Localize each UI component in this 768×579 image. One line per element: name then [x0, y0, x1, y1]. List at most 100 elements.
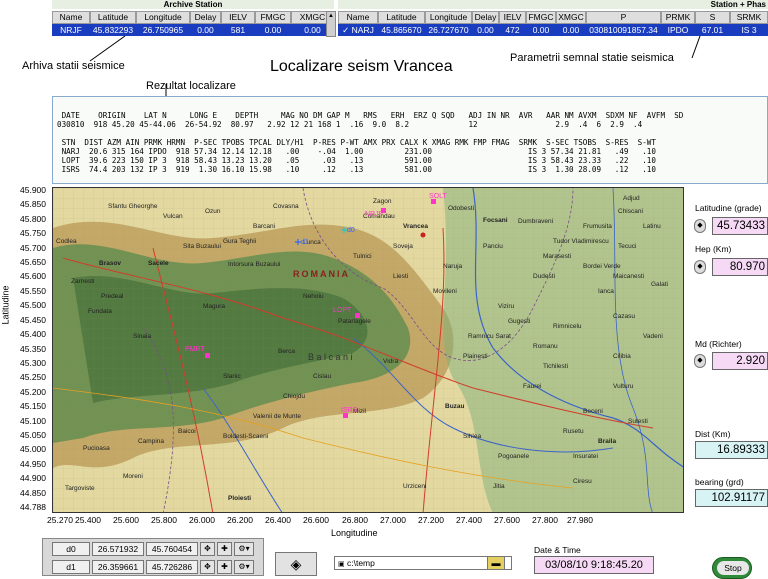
archive-cell: NRJF — [60, 25, 82, 35]
archive-scrollbar[interactable]: ▲ — [326, 11, 336, 37]
archive-col-name[interactable]: Name — [52, 11, 90, 24]
city-label: Sfantu Gheorghe — [108, 203, 158, 210]
phase-col-name[interactable]: Name — [338, 11, 378, 24]
map-grid — [53, 188, 683, 512]
phase-col-p[interactable]: P — [586, 11, 661, 24]
phase-cell: 472 — [505, 25, 520, 35]
city-label: Vidra — [383, 358, 398, 365]
phase-title: Station + Phas — [710, 0, 766, 9]
city-label: Berca — [278, 348, 295, 355]
phase-col-delay[interactable]: Delay — [472, 11, 499, 24]
archive-col-lon[interactable]: Longitude — [136, 11, 190, 24]
x-tick-label: 25.400 — [75, 515, 101, 525]
city-label: Magura — [203, 303, 225, 310]
lat-spinner[interactable]: ◆ — [694, 219, 706, 233]
y-tick-label: 44.950 — [20, 458, 46, 469]
city-label: Jitia — [493, 483, 505, 490]
cursor-style-dropdown-icon[interactable]: ⚙▾ — [234, 560, 254, 574]
move-cursor-icon[interactable]: ✥ — [200, 560, 215, 574]
map-canvas[interactable]: ROMANIA B a l c a n i Brasov Sacele Brai… — [53, 188, 684, 513]
city-label: Slanic — [223, 373, 241, 380]
x-axis-label: Longitudine — [331, 528, 378, 538]
archive-cell: 0.00 — [264, 25, 282, 35]
y-tick-label: 45.050 — [20, 429, 46, 440]
archive-station-titlebar: Archive Station — [52, 0, 334, 9]
city-label: Campina — [138, 438, 164, 445]
city-label: Boldesti-Scaeni — [223, 433, 268, 440]
y-tick-label: 45.300 — [20, 357, 46, 368]
city-label: Rusetu — [563, 428, 584, 435]
cursor-style-dropdown-icon[interactable]: ⚙▾ — [234, 542, 254, 556]
phase-col-lat[interactable]: Latitude — [378, 11, 425, 24]
result-line: ISRS 74.4 203 132 IP 3 919 1.30 16.10 15… — [57, 165, 656, 174]
city-label: Sinaia — [133, 333, 151, 340]
scroll-up-icon[interactable]: ▲ — [327, 12, 335, 20]
lat-value[interactable]: 45.73433 — [712, 217, 768, 235]
y-axis-label: Latitudine — [0, 285, 11, 325]
station-label: PMRT — [185, 346, 205, 353]
y-tick-label: 45.400 — [20, 329, 46, 340]
phase-col-xmgc[interactable]: XMGC — [556, 11, 586, 24]
md-value[interactable]: 2.920 — [712, 352, 768, 370]
x-tick-label: 26.400 — [265, 515, 291, 525]
archive-col-ielv[interactable]: IELV — [221, 11, 255, 24]
path-field[interactable]: ▣ c:\temp — [334, 556, 512, 570]
phase-col-srmk[interactable]: SRMK — [730, 11, 768, 24]
phase-col-ielv[interactable]: IELV — [499, 11, 526, 24]
archive-row-selected[interactable]: NRJF 45.832293 26.750965 0.00 581 0.00 0… — [52, 24, 334, 36]
result-text: DATE ORIGIN LAT N LONG E DEPTH MAG NO DM… — [53, 97, 767, 174]
city-label: Codlea — [56, 238, 77, 245]
phase-col-lon[interactable]: Longitude — [425, 11, 472, 24]
city-label: Baicoi — [178, 428, 196, 435]
hep-spinner[interactable]: ◆ — [694, 260, 706, 274]
y-tick-label: 45.350 — [20, 343, 46, 354]
city-label: Faurei — [523, 383, 541, 390]
phase-col-s[interactable]: S — [695, 11, 730, 24]
path-icon: ▣ — [338, 561, 345, 568]
city-label: Panciu — [483, 243, 503, 250]
phase-cell: 45.865670 — [381, 25, 422, 35]
city-label: Tulnici — [353, 253, 372, 260]
city-label: Ramnicu Sarat — [468, 333, 511, 340]
city-label: Sutesti — [628, 418, 648, 425]
x-tick-label: 27.980 — [567, 515, 593, 525]
phase-cell-name: ✓ NARJ — [342, 25, 374, 35]
crosshair-icon[interactable]: ✚ — [217, 542, 232, 556]
y-tick-label: 44.900 — [20, 473, 46, 484]
station-label: LOPT — [333, 307, 352, 314]
cursor-label: d0 — [347, 227, 355, 234]
hep-value[interactable]: 80.970 — [712, 258, 768, 276]
archive-col-fmgc[interactable]: FMGC — [255, 11, 291, 24]
phase-col-fmgc[interactable]: FMGC — [526, 11, 556, 24]
y-tick-label: 45.200 — [20, 386, 46, 397]
city-label: Romanu — [533, 343, 558, 350]
browse-folder-icon[interactable]: ▬ — [487, 556, 505, 570]
phase-col-prmk[interactable]: PRMK — [661, 11, 695, 24]
bearing-value: 102.91177 — [695, 489, 768, 507]
phase-row-selected[interactable]: ✓ NARJ 45.865670 26.727670 0.00 472 0.00… — [338, 24, 768, 36]
map-plot[interactable]: ROMANIA B a l c a n i Brasov Sacele Brai… — [52, 187, 684, 513]
cursor-name: d1 — [52, 560, 90, 574]
city-label: Pucioasa — [83, 445, 110, 452]
crosshair-icon[interactable]: ✚ — [217, 560, 232, 574]
y-tick-label: 44.850 — [20, 487, 46, 498]
phase-cell: 0.00 — [532, 25, 550, 35]
check-icon: ✓ — [342, 25, 350, 35]
city-label: Dudesti — [533, 273, 555, 280]
archive-col-delay[interactable]: Delay — [190, 11, 221, 24]
move-cursor-icon[interactable]: ✥ — [200, 542, 215, 556]
x-tick-label: 27.000 — [380, 515, 406, 525]
city-label: Maicanesti — [613, 273, 644, 280]
x-tick-label: 26.000 — [189, 515, 215, 525]
city-label: Dumbraveni — [518, 218, 553, 225]
city-label: Buzau — [445, 403, 465, 410]
stop-button-label: Stop — [717, 561, 749, 575]
pan-diamond-icon[interactable]: ◈ — [275, 552, 317, 576]
md-spinner[interactable]: ◆ — [694, 354, 706, 368]
station-square — [355, 313, 360, 318]
city-label: Sita Buzaului — [183, 243, 221, 250]
city-label: Cilibia — [613, 353, 631, 360]
x-tick-label: 26.800 — [342, 515, 368, 525]
md-label: Md (Richter) — [695, 339, 742, 349]
archive-col-lat[interactable]: Latitude — [90, 11, 136, 24]
